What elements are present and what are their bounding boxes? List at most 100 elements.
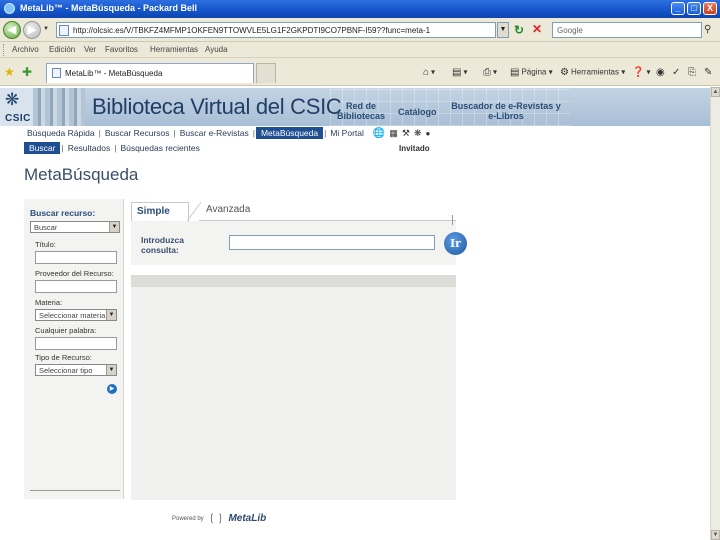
title-label: Título: xyxy=(35,240,56,249)
page-menu-icon: ▤ xyxy=(510,67,520,78)
url-text: http://olcsic.es/V/TBKFZ4MFMP1OKFEN9TTOW… xyxy=(73,26,431,35)
chevron-down-icon: ▼ xyxy=(106,310,116,320)
address-bar: ◀ ▶ ▼ http://olcsic.es/V/TBKFZ4MFMP1OKFE… xyxy=(0,18,720,42)
metalib-logo-text[interactable]: MetaLib xyxy=(228,513,266,524)
home-button[interactable]: ⌂ ▾ xyxy=(423,67,435,78)
query-label: Introduzca consulta: xyxy=(141,235,184,255)
site-banner: ❋ CSIC Biblioteca Virtual del CSIC Red d… xyxy=(0,88,710,126)
search-input[interactable]: Google xyxy=(552,22,702,38)
filter-heading: Buscar recurso: xyxy=(30,208,96,218)
powered-by-footer: Powered by ❲❳ MetaLib xyxy=(172,513,266,524)
menu-favorites[interactable]: Favoritos xyxy=(105,45,138,54)
help-button[interactable]: ❓ ▾ xyxy=(632,67,650,78)
tab-buscar-recursos[interactable]: Buscar Recursos xyxy=(102,128,173,138)
scroll-down-arrow[interactable]: ▼ xyxy=(711,530,720,540)
new-tab-button[interactable] xyxy=(256,63,276,83)
stop-icon[interactable]: ✕ xyxy=(532,23,544,35)
url-dropdown-button[interactable]: ▼ xyxy=(497,22,509,38)
feed-button[interactable]: ▤ ▾ xyxy=(452,67,467,78)
options-icon[interactable]: ❋ xyxy=(414,128,422,139)
banner-photo xyxy=(33,88,85,126)
tab-metabusqueda[interactable]: MetaBúsqueda xyxy=(255,127,324,139)
query-input[interactable] xyxy=(229,235,435,250)
maximize-button[interactable]: □ xyxy=(687,2,701,15)
guest-status: Invitado xyxy=(399,144,430,153)
tab-avanzada[interactable]: Avanzada xyxy=(206,204,250,215)
forward-button[interactable]: ▶ xyxy=(23,21,41,39)
page-menu-button[interactable]: ▤ Página ▾ xyxy=(510,67,553,78)
tools-menu-button[interactable]: ⚙ Herramientas ▾ xyxy=(560,67,625,78)
vertical-scrollbar[interactable]: ▲ ▼ xyxy=(710,87,720,540)
chevron-down-icon: ▼ xyxy=(106,365,116,375)
sub-navigation: Buscar | Resultados | Búsquedas reciente… xyxy=(24,142,203,154)
search-placeholder: Google xyxy=(557,26,583,35)
favorites-star-icon[interactable]: ★ xyxy=(4,65,15,79)
print-button[interactable]: ⎙ ▾ xyxy=(483,67,497,78)
add-favorite-icon[interactable]: ✚ xyxy=(22,65,32,79)
powered-by-text: Powered by xyxy=(172,515,204,522)
user-icon[interactable]: ● xyxy=(425,129,430,138)
menu-edit[interactable]: Edición xyxy=(49,45,75,54)
extra-tool-2[interactable]: ✓ xyxy=(672,67,682,78)
preferences-icon[interactable]: ▦ xyxy=(389,128,398,139)
menu-file[interactable]: Archivo xyxy=(12,45,39,54)
link-catalogo[interactable]: Catálogo xyxy=(398,107,437,117)
tab-bar: ★ ✚ MetaLib™ - MetaBúsqueda ⌂ ▾ ▤ ▾ ⎙ ▾ ▤ Pá… xyxy=(0,58,720,86)
extra-tool-3[interactable]: ⎘ xyxy=(688,67,698,78)
tools-gear-icon: ⚙ xyxy=(560,67,569,78)
any-word-label: Cualquier palabra: xyxy=(35,326,97,335)
page-title: MetaBúsqueda xyxy=(24,165,139,184)
settings-wrench-icon[interactable]: ⚒ xyxy=(402,128,410,139)
results-area xyxy=(131,287,456,500)
ie-icon xyxy=(4,3,15,14)
browser-tab-active[interactable]: MetaLib™ - MetaBúsqueda xyxy=(46,63,254,83)
panel-divider xyxy=(30,490,120,491)
refresh-icon[interactable]: ↻ xyxy=(514,24,526,36)
language-globe-icon[interactable]: 🌐 xyxy=(373,128,385,139)
metalib-logo-icon: ❲❳ xyxy=(207,513,225,524)
resource-type-select[interactable]: Seleccionar tipo ▼ xyxy=(35,364,117,376)
page-viewport: ❋ CSIC Biblioteca Virtual del CSIC Red d… xyxy=(0,87,710,540)
search-icon[interactable]: ⚲ xyxy=(704,23,716,37)
filter-go-button[interactable]: ▶ xyxy=(107,384,117,394)
main-navigation: Búsqueda Rápida | Buscar Recursos | Busc… xyxy=(24,127,430,139)
menu-view[interactable]: Ver xyxy=(84,45,96,54)
edit-icon: ✎ xyxy=(704,67,713,78)
minimize-button[interactable]: _ xyxy=(671,2,685,15)
extra-tool-1[interactable]: ◉ xyxy=(656,67,667,78)
subject-select[interactable]: Seleccionar materia ▼ xyxy=(35,309,117,321)
back-button[interactable]: ◀ xyxy=(3,21,21,39)
research-icon: ◉ xyxy=(656,67,665,78)
url-input[interactable]: http://olcsic.es/V/TBKFZ4MFMP1OKFEN9TTOW… xyxy=(56,22,496,38)
extra-tool-4[interactable]: ✎ xyxy=(704,67,714,78)
toolbar-grip xyxy=(3,44,5,56)
csic-logo-text: CSIC xyxy=(5,113,31,124)
link-red-bibliotecas[interactable]: Red de Bibliotecas xyxy=(337,101,385,121)
link-buscador-erevistas[interactable]: Buscador de e-Revistas y e-Libros xyxy=(450,101,562,121)
provider-input[interactable] xyxy=(35,280,117,293)
subtab-busquedas-recientes[interactable]: Búsquedas recientes xyxy=(117,143,202,153)
close-button[interactable]: X xyxy=(703,2,717,15)
go-button[interactable]: Ir xyxy=(444,232,467,255)
scroll-up-arrow[interactable]: ▲ xyxy=(711,87,720,97)
subtab-buscar[interactable]: Buscar xyxy=(24,142,61,154)
tab-mi-portal[interactable]: Mi Portal xyxy=(327,128,367,138)
menu-bar: Archivo Edición Ver Favoritos Herramient… xyxy=(0,42,720,58)
title-input[interactable] xyxy=(35,251,117,264)
results-header xyxy=(131,275,456,287)
search-mode-select[interactable]: Buscar ▼ xyxy=(30,221,120,233)
tab-busqueda-rapida[interactable]: Búsqueda Rápida xyxy=(24,128,98,138)
menu-tools[interactable]: Herramientas xyxy=(150,45,198,54)
tab-buscar-erevistas[interactable]: Buscar e-Revistas xyxy=(177,128,252,138)
csic-logo-icon: ❋ xyxy=(5,90,20,109)
search-mode-tabs: Simple Avanzada xyxy=(131,202,456,221)
resource-type-label: Tipo de Recurso: xyxy=(35,353,92,362)
tab-label: MetaLib™ - MetaBúsqueda xyxy=(65,69,163,78)
menu-help[interactable]: Ayuda xyxy=(205,45,228,54)
tab-simple[interactable]: Simple xyxy=(131,202,189,221)
help-icon: ❓ xyxy=(632,67,645,78)
any-word-input[interactable] xyxy=(35,337,117,350)
history-dropdown-icon[interactable]: ▼ xyxy=(43,26,50,33)
subtab-resultados[interactable]: Resultados xyxy=(65,143,114,153)
csic-logo[interactable]: ❋ CSIC xyxy=(0,88,33,126)
